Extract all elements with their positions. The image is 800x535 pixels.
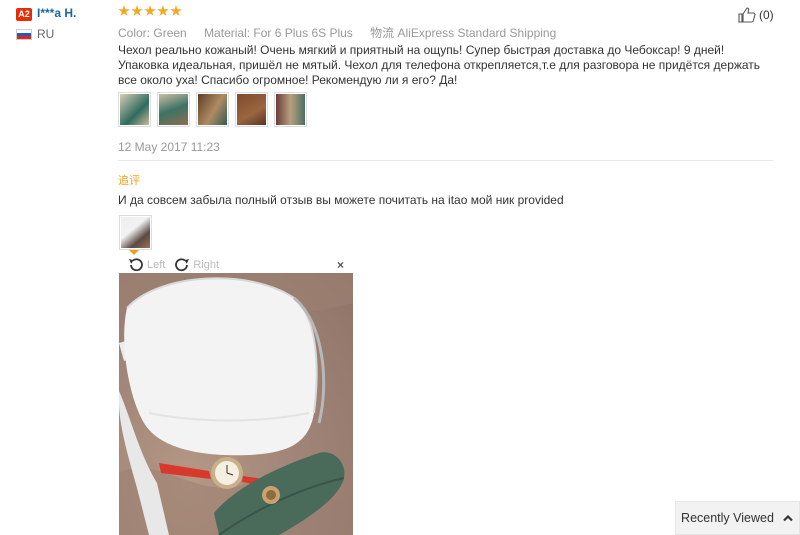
review-photos (118, 92, 307, 127)
rotate-right-label: Right (193, 258, 220, 271)
review-photo-thumbnail[interactable] (235, 92, 268, 127)
review-photo-thumbnail[interactable] (118, 92, 151, 127)
divider (118, 160, 773, 161)
helpful-count: (0) (759, 8, 774, 22)
shipping-label: 物流 (370, 26, 395, 40)
color-label: Color: (118, 26, 151, 40)
shipping-value: AliExpress Standard Shipping (397, 26, 557, 40)
level-badge: A2 (16, 8, 32, 21)
star-icon (170, 5, 182, 16)
review-date: 12 May 2017 11:23 (118, 140, 220, 154)
review-text: Чехол реально кожаный! Очень мягкий и пр… (118, 43, 761, 87)
rotate-left-label: Left (147, 258, 166, 271)
star-icon (144, 5, 156, 16)
photo-viewer-toolbar: Left Right × (119, 256, 353, 273)
material-label: Material: (204, 26, 251, 40)
russia-flag-icon (16, 29, 32, 40)
color-value: Green (153, 26, 187, 40)
followup-photo-thumbnail[interactable] (119, 215, 152, 250)
rotate-right-button[interactable]: Right (173, 257, 219, 273)
rating-stars (118, 5, 182, 21)
reviewer-country: RU (37, 27, 55, 41)
rotate-left-icon (129, 257, 143, 271)
star-icon (157, 5, 169, 16)
star-icon (131, 5, 143, 16)
recently-viewed-button[interactable]: Recently Viewed (675, 501, 800, 535)
thumbs-up-icon (738, 7, 756, 23)
rotate-left-button[interactable]: Left (127, 257, 165, 273)
close-viewer-button[interactable]: × (337, 258, 344, 272)
enlarged-review-photo (119, 273, 353, 535)
helpful-button[interactable]: (0) (738, 7, 774, 23)
material-value: For 6 Plus 6S Plus (253, 26, 353, 40)
selected-indicator-icon (129, 250, 139, 255)
review-photo-thumbnail[interactable] (157, 92, 190, 127)
chevron-up-icon (783, 514, 793, 522)
review-photo-thumbnail[interactable] (196, 92, 229, 127)
followup-text: И да совсем забыла полный отзыв вы может… (118, 193, 564, 207)
photo-content (119, 273, 353, 535)
star-icon (118, 5, 130, 16)
review-photo-thumbnail[interactable] (274, 92, 307, 127)
reviewer-name[interactable]: I***a H. (37, 6, 76, 20)
rotate-right-icon (175, 257, 190, 271)
followup-label: 追评 (118, 175, 140, 187)
recently-viewed-label: Recently Viewed (681, 511, 774, 525)
product-attributes: Color: Green Material: For 6 Plus 6S Plu… (118, 24, 570, 41)
